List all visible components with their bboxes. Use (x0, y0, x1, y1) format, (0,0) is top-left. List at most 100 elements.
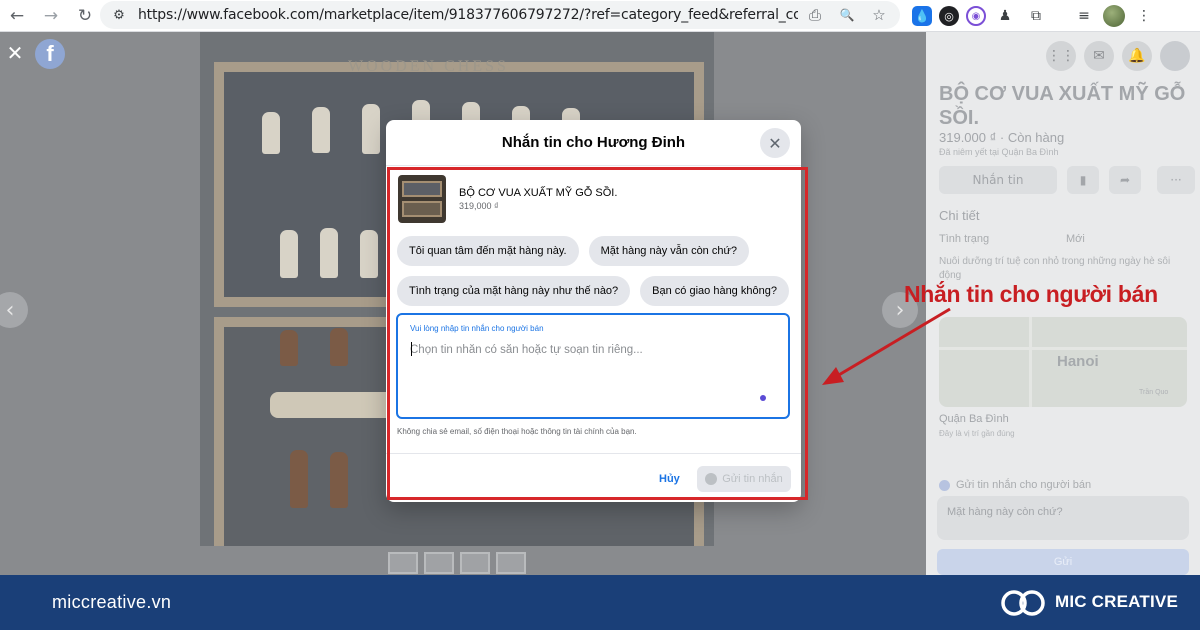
district-name: Quận Ba Đình (939, 413, 1009, 425)
map-credit: Trần Quo (1139, 389, 1169, 396)
bookmark-star-icon[interactable]: ☆ (868, 4, 890, 26)
reload-icon[interactable]: ↻ (68, 0, 102, 32)
photo-box-title: WOODEN CHESS (348, 58, 509, 75)
product-name: BỘ CƠ VUA XUẤT MỸ GỖ SỒI. (459, 187, 618, 199)
listing-price: 319.000 ₫ · Còn hàng (939, 130, 1065, 145)
address-bar[interactable]: ⚙ https://www.facebook.com/marketplace/i… (100, 1, 900, 29)
dialog-title: Nhắn tin cho Hương Đinh (501, 134, 686, 151)
map-road (939, 347, 1187, 350)
listing-actions: Nhắn tin ▮ ➦ ··· (939, 166, 1195, 194)
photo-thumbnail[interactable] (460, 552, 490, 574)
extension-circle-icon[interactable]: ◎ (939, 6, 959, 26)
message-seller-button[interactable]: Nhắn tin (939, 166, 1057, 194)
extension-drop-icon[interactable]: 💧 (912, 6, 932, 26)
message-input[interactable] (410, 340, 770, 360)
more-options-icon[interactable]: ··· (1157, 166, 1195, 194)
thumbnail-lid (402, 181, 442, 197)
chess-piece (362, 104, 380, 154)
photo-thumbnails (388, 552, 526, 574)
product-summary: BỘ CƠ VUA XUẤT MỸ GỖ SỒI. 319,000 ₫ (398, 175, 617, 223)
account-avatar[interactable] (1160, 41, 1190, 71)
media-queue-icon[interactable]: ≡ (1072, 4, 1096, 28)
messenger-icon[interactable]: ✉ (1084, 41, 1114, 71)
product-info: BỘ CƠ VUA XUẤT MỸ GỖ SỒI. 319,000 ₫ (459, 187, 617, 211)
message-seller-dialog: Nhắn tin cho Hương Đinh ✕ BỘ CƠ VUA XUẤT… (386, 120, 801, 502)
map-city-label: Hanoi (1057, 353, 1099, 370)
notifications-bell-icon[interactable]: 🔔 (1122, 41, 1152, 71)
thumbnail-base (402, 201, 442, 217)
url-text[interactable]: https://www.facebook.com/marketplace/ite… (138, 7, 798, 23)
condition-value: Mới (1066, 233, 1085, 245)
listing-description: Nuôi dưỡng trí tuệ con nhỏ trong những n… (939, 256, 1171, 281)
chess-piece (360, 230, 378, 278)
banner-brand-name: MIC CREATIVE (1055, 592, 1178, 611)
messenger-icon (939, 479, 950, 491)
send-message-label: Gửi tin nhắn (722, 473, 783, 485)
photo-thumbnail[interactable] (424, 552, 454, 574)
chess-piece (320, 228, 338, 278)
chess-piece (330, 452, 348, 508)
product-price: 319,000 ₫ (459, 201, 499, 211)
chess-piece (290, 450, 308, 508)
extensions-bar: 💧 ◎ ◉ ♟ ⧉ ≡ ⋮ (912, 4, 1156, 28)
extension-eye-icon[interactable]: ◉ (966, 6, 986, 26)
chess-piece (280, 330, 298, 366)
photo-thumbnail[interactable] (496, 552, 526, 574)
profile-avatar[interactable] (1103, 5, 1125, 27)
banner-website[interactable]: miccreative.vn (52, 592, 171, 613)
apps-menu-icon[interactable]: ⋮⋮ (1046, 41, 1076, 71)
quick-reply-chip[interactable]: Tôi quan tâm đến mặt hàng này. (397, 236, 579, 266)
mic-creative-logo (1001, 590, 1045, 616)
condition-label: Tình trạng (939, 233, 990, 245)
privacy-note: Không chia sẻ email, số điện thoại hoặc … (397, 427, 637, 436)
fb-header-actions: ⋮⋮ ✉ 🔔 (926, 32, 1200, 80)
send-message-heading-text: Gửi tin nhắn cho người bán (956, 479, 1092, 491)
chess-piece (330, 328, 348, 366)
listing-title: BỘ CƠ VUA XUẤT MỸ GỖ SỒI. (939, 83, 1186, 129)
close-viewer-icon[interactable]: ✕ (4, 41, 26, 65)
photo-thumbnail[interactable] (388, 552, 418, 574)
share-listing-icon[interactable]: ➦ (1109, 166, 1141, 194)
messenger-icon (705, 473, 718, 485)
annotation-label: Nhắn tin cho người bán (904, 281, 1158, 307)
chrome-menu-icon[interactable]: ⋮ (1132, 4, 1156, 28)
location-map[interactable]: Hanoi Trần Quo (939, 317, 1187, 407)
forward-icon[interactable]: → (34, 0, 68, 32)
back-icon[interactable]: ← (0, 0, 34, 32)
chess-piece (262, 112, 280, 154)
dialog-footer: Hủy Gửi tin nhắn (386, 453, 801, 502)
grammar-assistant-icon[interactable] (760, 395, 766, 401)
chess-piece (312, 107, 330, 153)
message-field[interactable]: Vui lòng nhập tin nhắn cho người bán (396, 313, 790, 419)
cancel-button[interactable]: Hủy (649, 466, 690, 492)
dialog-header: Nhắn tin cho Hương Đinh ✕ (386, 120, 801, 166)
sidebar-send-button[interactable]: Gửi (937, 549, 1189, 575)
save-listing-icon[interactable]: ▮ (1067, 166, 1099, 194)
text-cursor (411, 342, 412, 356)
site-settings-icon[interactable]: ⚙ (108, 4, 130, 26)
message-field-label: Vui lòng nhập tin nhắn cho người bán (410, 324, 544, 333)
listing-location-note: Đã niêm yết tại Quận Ba Đình (939, 147, 1059, 157)
quick-reply-chips: Tôi quan tâm đến mặt hàng này. Mặt hàng … (397, 236, 792, 306)
map-road (1029, 317, 1032, 407)
sidebar-message-input[interactable]: Mặt hàng này còn chứ? (937, 496, 1189, 540)
chess-piece (280, 230, 298, 278)
details-heading: Chi tiết (939, 208, 980, 223)
quick-reply-chip[interactable]: Mặt hàng này vẫn còn chứ? (588, 236, 749, 266)
extension-chess-icon[interactable]: ♟ (993, 4, 1017, 28)
product-thumbnail (398, 175, 446, 223)
brand-banner: miccreative.vn MIC CREATIVE (0, 575, 1200, 630)
browser-toolbar: ← → ↻ ⚙ https://www.facebook.com/marketp… (0, 0, 1200, 32)
install-app-icon[interactable]: ⎙ (804, 4, 826, 26)
facebook-logo[interactable]: f (35, 39, 65, 69)
toolbar-divider (1055, 4, 1065, 28)
quick-reply-chip[interactable]: Tình trạng của mặt hàng này như thế nào? (397, 276, 631, 306)
send-message-heading: Gửi tin nhắn cho người bán (939, 479, 1091, 491)
zoom-icon[interactable]: 🔍 (836, 4, 858, 26)
extensions-puzzle-icon[interactable]: ⧉ (1024, 4, 1048, 28)
prev-photo-button[interactable]: ‹ (0, 292, 28, 328)
send-message-button[interactable]: Gửi tin nhắn (697, 466, 791, 492)
district-note: Đây là vị trí gần đúng (939, 429, 1015, 438)
close-dialog-button[interactable]: ✕ (760, 128, 790, 158)
quick-reply-chip[interactable]: Bạn có giao hàng không? (640, 276, 789, 306)
